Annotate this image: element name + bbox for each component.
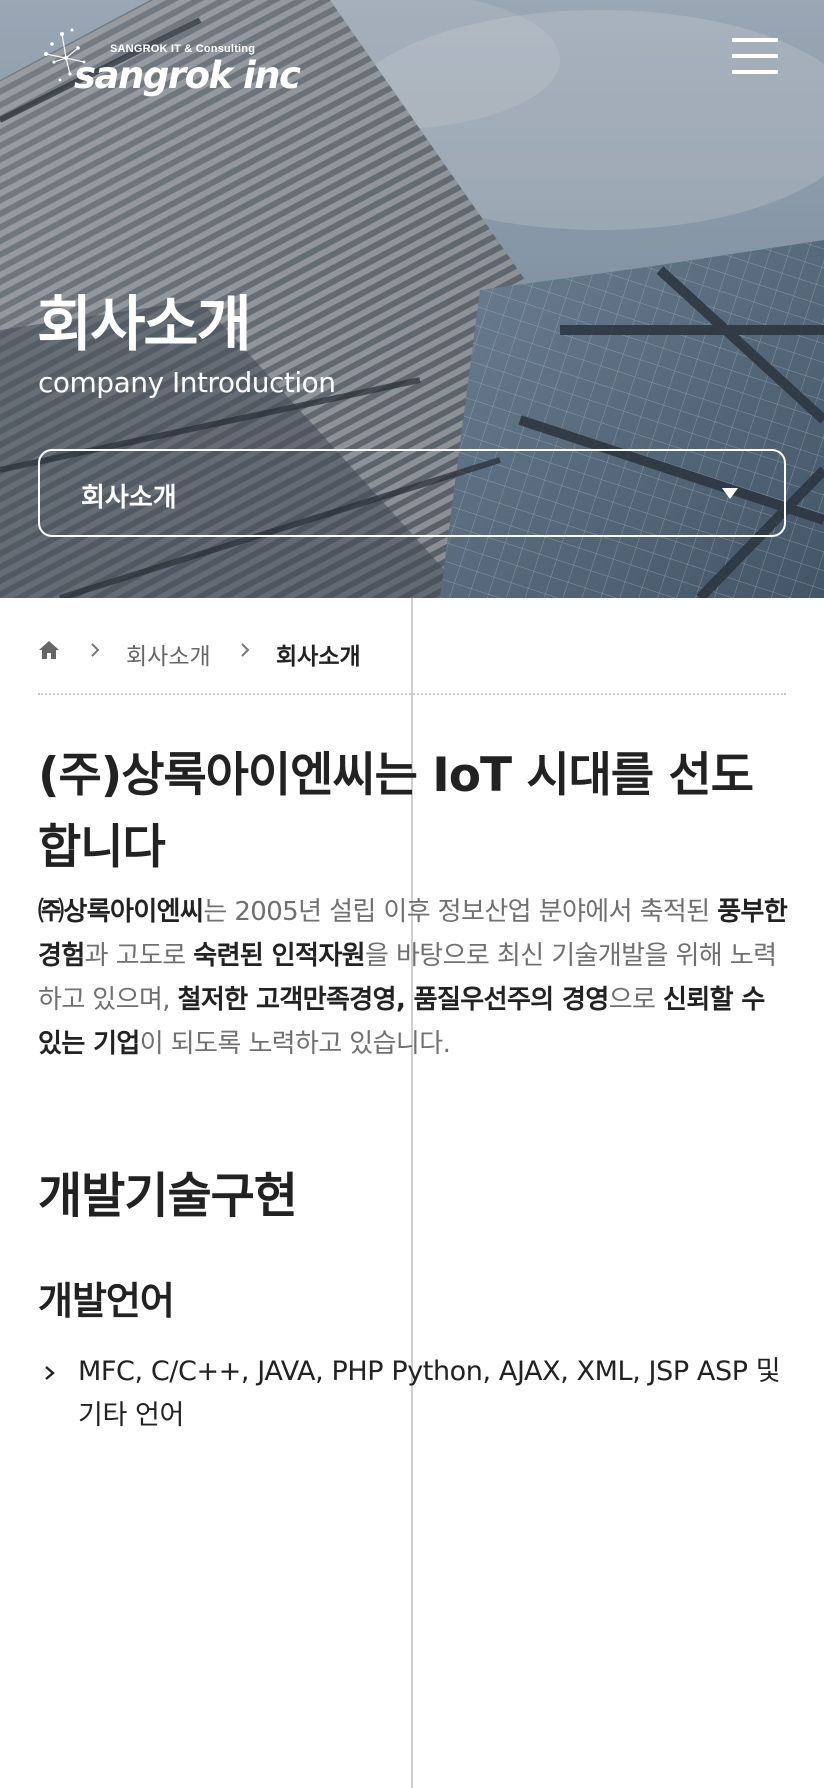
hamburger-menu-icon[interactable] (732, 36, 780, 76)
subsection-title-dev-lang: 개발언어 (38, 1279, 175, 1323)
home-icon[interactable] (38, 640, 60, 660)
hero-subtitle: company Introduction (38, 366, 336, 399)
logo-wordmark: sangrok inc (74, 54, 301, 97)
intro-bold-2: 숙련된 인적자원 (193, 941, 365, 971)
section-select-value: 회사소개 (81, 483, 177, 513)
section-select-dropdown[interactable]: 회사소개 (38, 449, 786, 537)
intro-company-name: ㈜상록아이엔씨 (38, 897, 204, 927)
language-list: MFC, C/C++, JAVA, PHP Python, AJAX, XML,… (38, 1350, 788, 1438)
intro-paragraph: ㈜상록아이엔씨는 2005년 설립 이후 정보산업 분야에서 축적된 풍부한 경… (38, 890, 788, 1066)
breadcrumb-item-current[interactable]: 회사소개 (276, 637, 361, 671)
chevron-right-icon (91, 643, 100, 657)
breadcrumb-divider (38, 693, 786, 695)
list-item: MFC, C/C++, JAVA, PHP Python, AJAX, XML,… (38, 1350, 788, 1438)
menu-bar-top (732, 38, 778, 42)
hero-banner: SANGROK IT & Consulting sangrok inc 회사소개… (0, 0, 824, 598)
main-heading: (주)상록아이엔씨는 IoT 시대를 선도합니다 (38, 748, 754, 875)
chevron-right-icon (241, 643, 250, 657)
menu-bar-bottom (732, 70, 778, 74)
intro-text-1: 는 2005년 설립 이후 정보산업 분야에서 축적된 (203, 897, 718, 927)
breadcrumb-item-category[interactable]: 회사소개 (126, 637, 211, 671)
caret-down-icon (722, 488, 738, 499)
chevron-right-icon (45, 1366, 55, 1380)
intro-text-2: 과 고도로 (84, 941, 194, 971)
intro-text-4: 으로 (608, 985, 663, 1015)
language-item-text: MFC, C/C++, JAVA, PHP Python, AJAX, XML,… (78, 1356, 781, 1431)
breadcrumb: 회사소개 회사소개 (38, 634, 786, 694)
hero-title: 회사소개 (37, 290, 252, 360)
intro-text-5: 이 되도록 노력하고 있습니다. (139, 1029, 451, 1059)
company-logo[interactable]: SANGROK IT & Consulting sangrok inc (40, 22, 330, 98)
menu-bar-middle (732, 54, 778, 58)
intro-bold-3: 철저한 고객만족경영, 품질우선주의 경영 (177, 985, 610, 1015)
section-title-dev-tech: 개발기술구현 (38, 1168, 298, 1224)
